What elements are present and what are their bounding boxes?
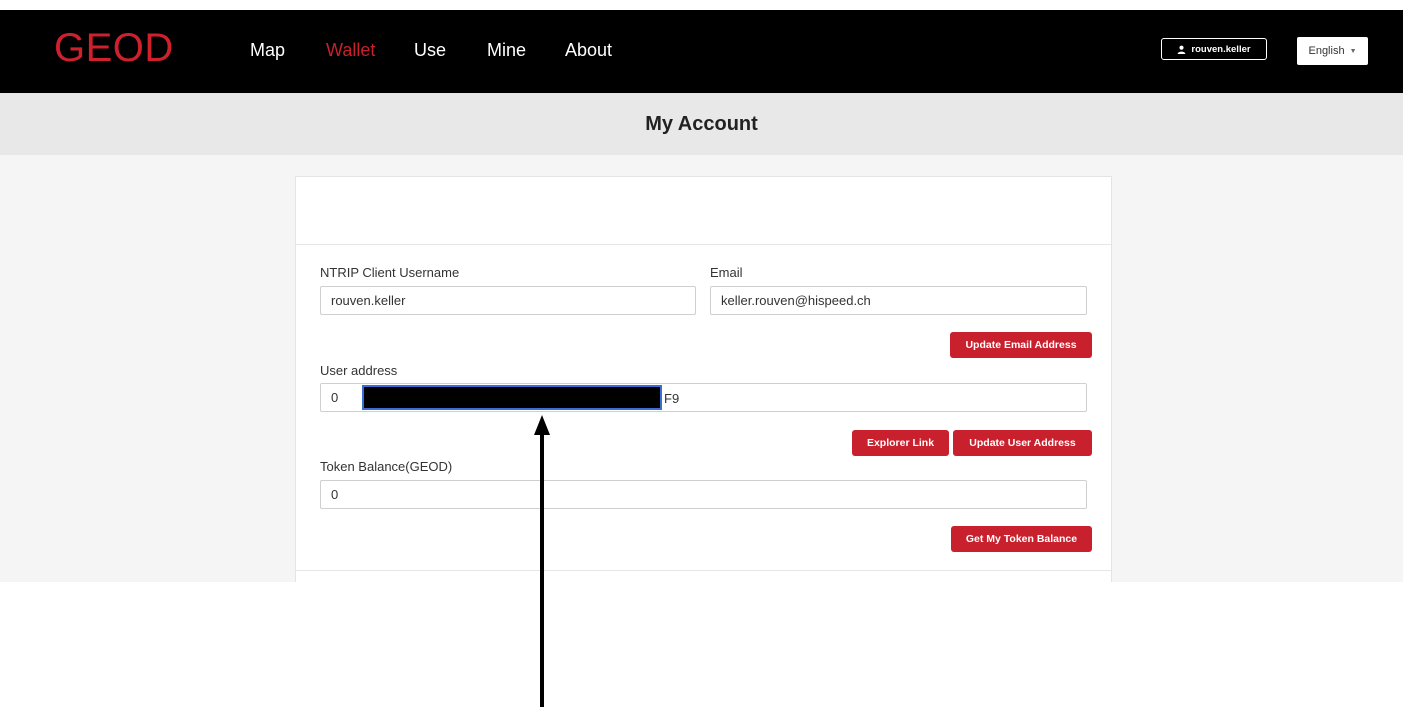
panel-divider-bottom [296, 570, 1111, 571]
email-field[interactable]: keller.rouven@hispeed.ch [710, 286, 1087, 315]
nav-use[interactable]: Use [414, 40, 446, 61]
user-button-label: rouven.keller [1191, 43, 1251, 55]
user-account-button[interactable]: rouven.keller [1161, 38, 1267, 60]
user-address-label: User address [320, 363, 398, 378]
page-title-bar: My Account [0, 93, 1403, 155]
browser-viewport: GEOD Map Wallet Use Mine About rouven.ke… [0, 10, 1403, 582]
screenshot-canvas: GEOD Map Wallet Use Mine About rouven.ke… [0, 0, 1403, 707]
top-navbar: GEOD Map Wallet Use Mine About rouven.ke… [0, 10, 1403, 93]
update-email-button[interactable]: Update Email Address [950, 332, 1092, 358]
user-address-suffix: F9 [664, 391, 680, 406]
user-address-field[interactable]: 0 F9 [320, 383, 1087, 412]
annotation-arrow-icon [534, 415, 550, 707]
explorer-link-button[interactable]: Explorer Link [852, 430, 949, 456]
panel-divider [296, 244, 1111, 245]
nav-mine[interactable]: Mine [487, 40, 526, 61]
update-user-address-button[interactable]: Update User Address [953, 430, 1092, 456]
nav-map[interactable]: Map [250, 40, 285, 61]
caret-down-icon: ▼ [1349, 47, 1357, 55]
token-balance-value: 0 [331, 487, 339, 502]
nav-wallet[interactable]: Wallet [326, 40, 375, 61]
get-token-balance-button[interactable]: Get My Token Balance [951, 526, 1092, 552]
user-icon [1178, 45, 1186, 54]
ntrip-username-label: NTRIP Client Username [320, 265, 460, 280]
account-panel: NTRIP Client Username rouven.keller Emai… [295, 176, 1112, 582]
token-balance-label: Token Balance(GEOD) [320, 459, 453, 474]
email-label: Email [710, 265, 743, 280]
user-address-prefix: 0 [331, 390, 339, 405]
ntrip-username-value: rouven.keller [331, 293, 406, 308]
language-label: English [1308, 45, 1345, 57]
nav-about[interactable]: About [565, 40, 612, 61]
language-select[interactable]: English ▼ [1297, 37, 1368, 65]
ntrip-username-field[interactable]: rouven.keller [320, 286, 696, 315]
brand-logo[interactable]: GEOD [54, 26, 174, 71]
email-value: keller.rouven@hispeed.ch [721, 293, 871, 308]
redacted-address-box [362, 385, 662, 410]
page-title: My Account [645, 112, 758, 135]
token-balance-field[interactable]: 0 [320, 480, 1087, 509]
